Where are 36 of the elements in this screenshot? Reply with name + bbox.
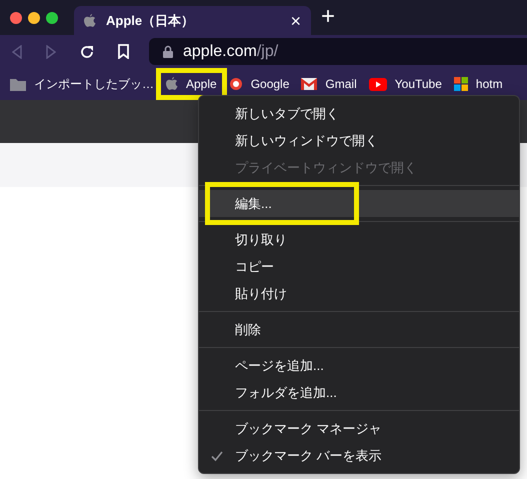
url-text: apple.com/jp/ [183, 42, 278, 60]
bookmark-item[interactable]: Gmail [301, 77, 357, 91]
bookmark-item[interactable]: Google [228, 77, 290, 91]
close-window-button[interactable] [10, 12, 22, 24]
menu-item[interactable]: 新しいウィンドウで開く [199, 127, 519, 154]
zoom-window-button[interactable] [46, 12, 58, 24]
menu-item[interactable]: 削除 [199, 316, 519, 343]
lock-icon [163, 45, 173, 58]
menu-item[interactable]: コピー [199, 253, 519, 280]
circle-icon [228, 77, 243, 91]
menu-item[interactable]: ページを追加... [199, 352, 519, 379]
menu-item[interactable]: ブックマーク バーを表示 [199, 442, 519, 469]
menu-item[interactable]: ブックマーク マネージャ [199, 415, 519, 442]
folder-icon [10, 78, 26, 90]
apple-icon [84, 14, 96, 28]
close-tab-button[interactable]: × [288, 12, 303, 30]
envelope-icon [301, 78, 318, 90]
address-field[interactable]: apple.com/jp/ [149, 38, 527, 65]
apple-icon [166, 77, 178, 91]
menu-item[interactable]: フォルダを追加... [199, 379, 519, 406]
menu-item[interactable]: 新しいタブで開く [199, 100, 519, 127]
reload-icon[interactable] [80, 44, 94, 58]
play-icon [368, 78, 387, 90]
menu-item[interactable]: 貼り付け [199, 280, 519, 307]
bookmark-icon[interactable] [118, 44, 129, 59]
browser-tab[interactable]: Apple（日本） × [74, 6, 311, 35]
bookmark-item[interactable]: インポートしたブッ… [10, 76, 154, 92]
bookmark-item[interactable]: YouTube [368, 77, 442, 91]
menu-item[interactable]: 編集... [199, 190, 519, 217]
bookmark-item[interactable]: Apple [166, 77, 217, 91]
bookmark-item[interactable]: hotm [454, 77, 503, 91]
new-tab-button[interactable]: + [321, 4, 336, 28]
grid-icon [454, 77, 468, 91]
minimize-window-button[interactable] [28, 12, 40, 24]
tab-title: Apple（日本） [106, 12, 196, 30]
menu-item[interactable]: 切り取り [199, 226, 519, 253]
